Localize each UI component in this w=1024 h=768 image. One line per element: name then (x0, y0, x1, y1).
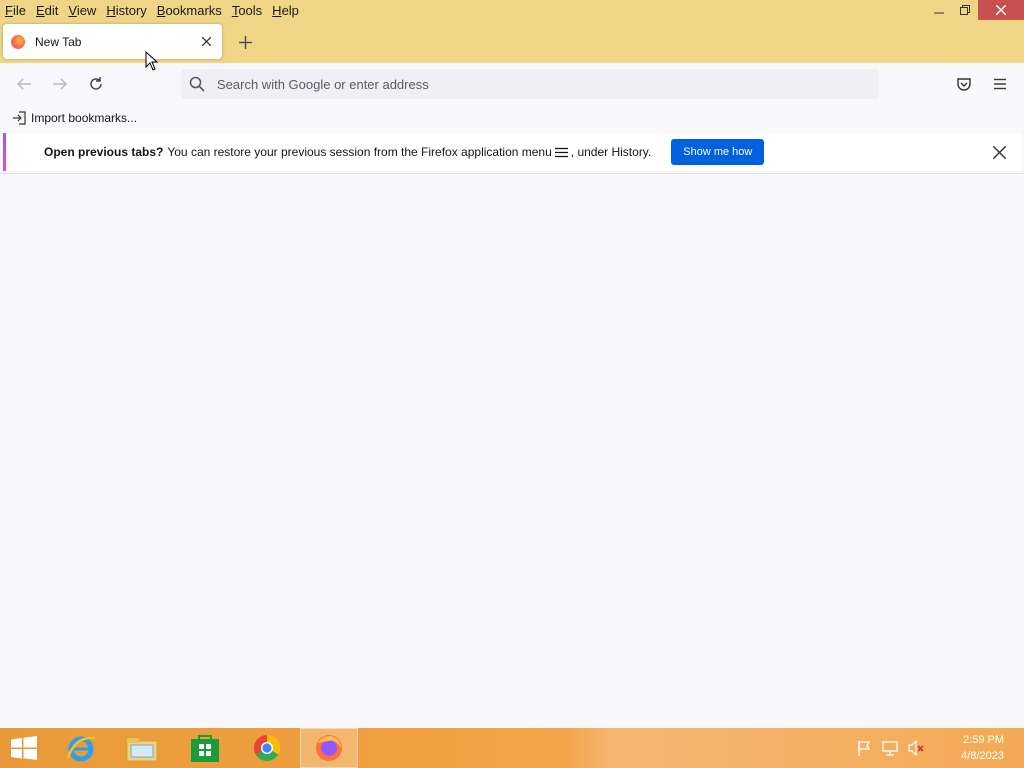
plus-icon (238, 35, 252, 49)
chrome-taskbar-button[interactable] (238, 728, 296, 768)
menu-edit[interactable]: Edit (31, 0, 63, 20)
arrow-left-icon (16, 78, 31, 90)
menu-help[interactable]: Help (267, 0, 304, 20)
system-tray (856, 740, 924, 756)
tab-close-button[interactable] (197, 33, 215, 51)
mouse-cursor-icon (145, 51, 159, 71)
minimize-button[interactable] (926, 0, 952, 20)
tab-new-tab[interactable]: New Tab (3, 24, 222, 59)
notification-message: You can restore your previous session fr… (167, 145, 552, 159)
pocket-button[interactable] (952, 72, 976, 96)
notification-close-button[interactable] (990, 143, 1008, 161)
clock-date: 4/8/2023 (961, 750, 1004, 762)
tab-title: New Tab (35, 34, 82, 49)
hamburger-menu-icon (994, 78, 1006, 90)
taskbar: 2:59 PM 4/8/2023 (0, 728, 1024, 768)
restore-button[interactable] (952, 0, 978, 20)
file-explorer-taskbar-button[interactable] (113, 728, 171, 768)
folder-icon (126, 738, 158, 762)
internet-explorer-icon (66, 736, 96, 762)
menu-bar: File Edit View History Bookmarks Tools H… (0, 0, 304, 20)
close-icon (992, 145, 1006, 159)
reload-button[interactable] (84, 72, 108, 96)
show-me-how-button[interactable]: Show me how (671, 139, 765, 165)
store-icon (191, 735, 219, 762)
windows-start-icon[interactable] (10, 736, 38, 760)
network-icon[interactable] (882, 740, 898, 756)
import-icon (13, 111, 26, 125)
menu-bookmarks[interactable]: Bookmarks (152, 0, 227, 20)
hamburger-menu-icon (554, 147, 568, 158)
menu-history[interactable]: History (101, 0, 151, 20)
import-bookmarks-button[interactable]: Import bookmarks... (12, 111, 137, 125)
menu-view[interactable]: View (63, 0, 101, 20)
search-icon (189, 76, 205, 92)
new-tab-button[interactable] (234, 31, 256, 53)
menu-file[interactable]: File (0, 0, 31, 20)
taskbar-clock[interactable]: 2:59 PM 4/8/2023 (961, 732, 1004, 764)
close-icon (996, 5, 1006, 15)
notification-message-end: , under History. (570, 145, 652, 159)
reload-icon (90, 77, 102, 90)
firefox-icon (11, 34, 25, 49)
back-button[interactable] (12, 72, 36, 96)
minimize-icon (934, 12, 944, 14)
close-icon (201, 37, 211, 46)
import-bookmarks-label: Import bookmarks... (31, 111, 138, 125)
chrome-icon (253, 734, 281, 762)
clock-time: 2:59 PM (963, 734, 1004, 746)
restore-icon (960, 5, 970, 15)
session-restore-notification: Open previous tabs? You can restore your… (3, 133, 1022, 171)
firefox-icon (316, 735, 342, 761)
pocket-icon (957, 78, 971, 91)
internet-explorer-taskbar-button[interactable] (52, 728, 110, 768)
store-taskbar-button[interactable] (176, 728, 234, 768)
url-input[interactable] (215, 75, 815, 93)
page-content[interactable] (0, 174, 1024, 728)
forward-button[interactable] (48, 72, 72, 96)
close-window-button[interactable] (978, 0, 1024, 20)
address-bar[interactable] (181, 69, 879, 99)
arrow-right-icon (53, 78, 68, 90)
volume-muted-icon[interactable] (908, 740, 924, 756)
firefox-taskbar-button[interactable] (300, 728, 358, 768)
flag-icon[interactable] (856, 740, 872, 756)
window-controls (926, 0, 1024, 20)
menu-tools[interactable]: Tools (227, 0, 267, 20)
notification-title: Open previous tabs? (44, 145, 164, 159)
bookmarks-toolbar: Import bookmarks... (0, 105, 1024, 131)
app-menu-button[interactable] (988, 72, 1012, 96)
